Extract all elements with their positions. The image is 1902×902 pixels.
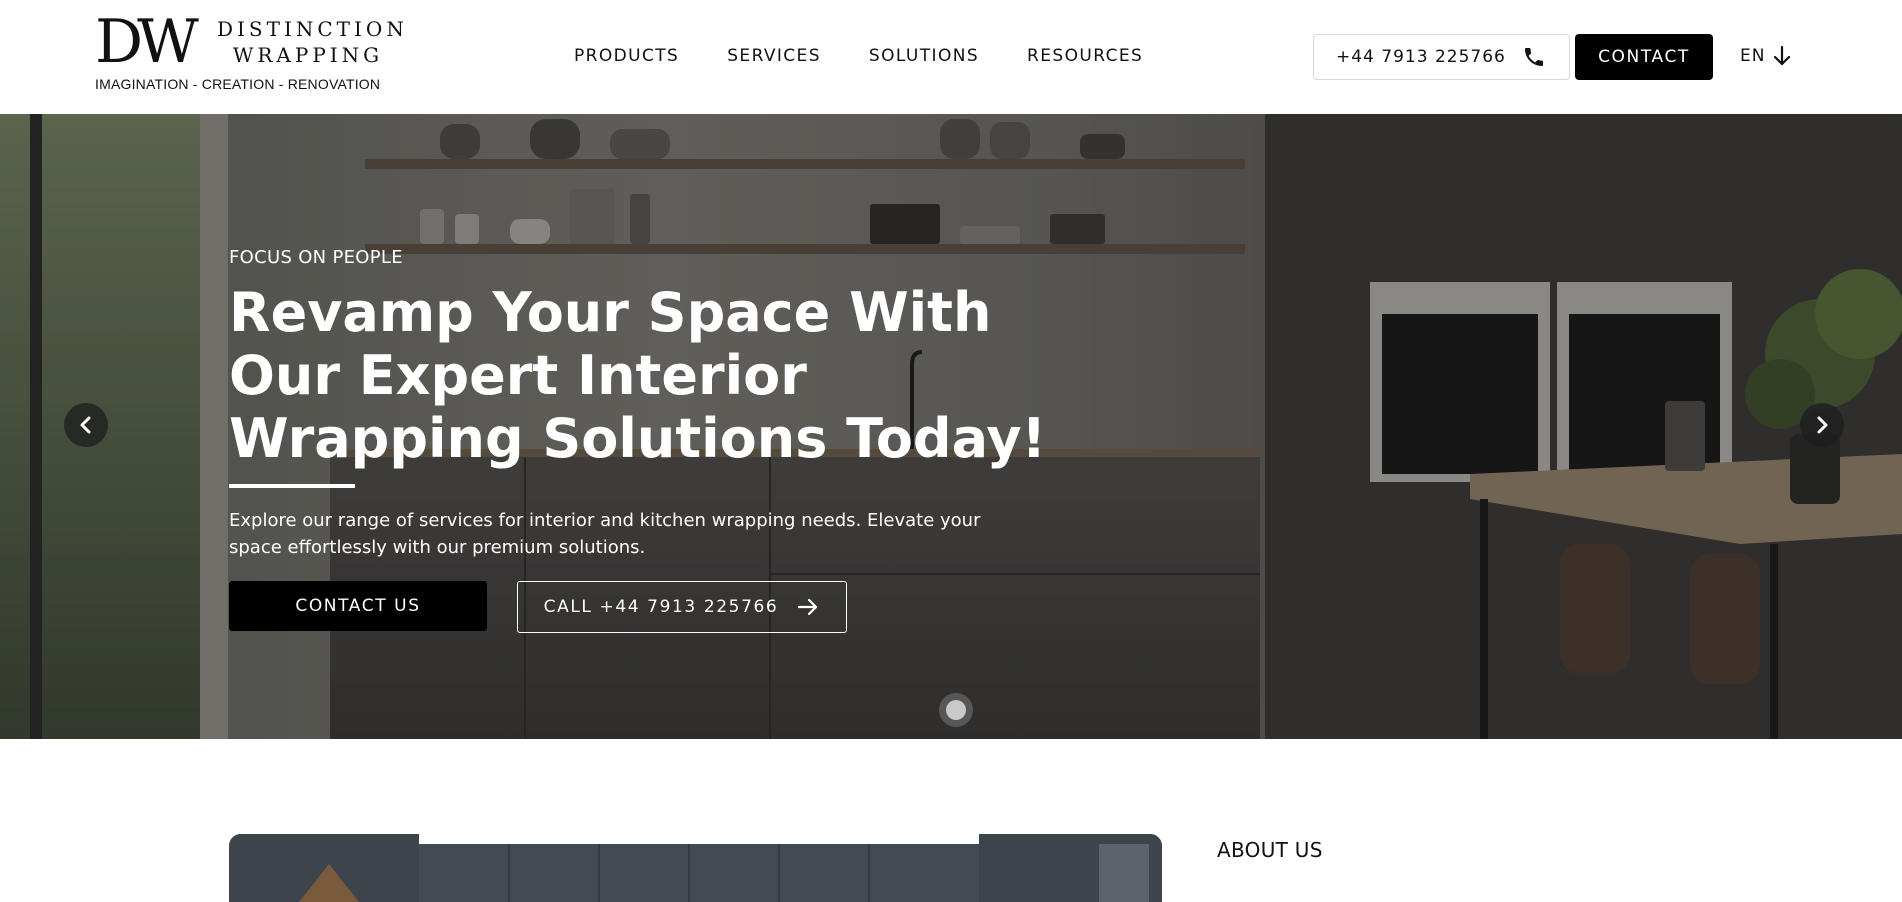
hero-headline: Revamp Your Space With Our Expert Interi…: [229, 281, 1069, 470]
contact-button[interactable]: CONTACT: [1575, 34, 1713, 80]
hero-slider: FOCUS ON PEOPLE Revamp Your Space With O…: [0, 114, 1902, 739]
arrow-right-icon: [798, 598, 818, 616]
phone-button[interactable]: +44 7913 225766: [1313, 34, 1570, 80]
logo-tagline: IMAGINATION - CREATION - RENOVATION: [95, 76, 381, 92]
slider-next-button[interactable]: [1800, 403, 1844, 447]
hero-headline-line-2: Our Expert Interior: [229, 344, 807, 407]
arrow-down-icon: [1774, 45, 1791, 66]
slider-prev-button[interactable]: [64, 403, 108, 447]
logo-name-line1: DISTINCTION: [217, 17, 408, 41]
logo-name-line2: WRAPPING: [232, 43, 384, 67]
phone-number: +44 7913 225766: [1336, 47, 1506, 67]
language-label: EN: [1740, 46, 1766, 66]
nav-item-services[interactable]: SERVICES: [727, 46, 821, 66]
main-nav: PRODUCTS SERVICES SOLUTIONS RESOURCES: [574, 46, 1143, 66]
chevron-right-icon: [1817, 416, 1828, 434]
hero-headline-line-1: Revamp Your Space With: [229, 281, 992, 344]
chevron-left-icon: [80, 416, 91, 434]
site-header: DW DISTINCTION WRAPPING IMAGINATION - CR…: [0, 0, 1902, 114]
hero-description: Explore our range of services for interi…: [229, 510, 981, 558]
nav-item-resources[interactable]: RESOURCES: [1027, 46, 1143, 66]
slider-dot-active[interactable]: [939, 693, 973, 727]
logo-mark: DW: [95, 7, 199, 77]
slider-dot-inner: [946, 700, 966, 720]
nav-item-products[interactable]: PRODUCTS: [574, 46, 679, 66]
call-button-label: CALL +44 7913 225766: [543, 597, 779, 617]
hero-underline: [229, 484, 355, 488]
phone-icon: [1524, 48, 1543, 66]
hero-content: FOCUS ON PEOPLE Revamp Your Space With O…: [229, 114, 1049, 739]
nav-item-solutions[interactable]: SOLUTIONS: [869, 46, 979, 66]
about-image: [229, 834, 1162, 902]
logo-name: DISTINCTION WRAPPING: [217, 16, 408, 68]
logo[interactable]: DW DISTINCTION WRAPPING IMAGINATION - CR…: [95, 12, 415, 96]
contact-us-button[interactable]: CONTACT US: [229, 581, 487, 631]
language-selector[interactable]: EN: [1740, 44, 1793, 68]
hero-headline-line-3: Wrapping Solutions Today!: [229, 407, 1047, 470]
about-us-label: ABOUT US: [1217, 838, 1323, 862]
call-button[interactable]: CALL +44 7913 225766: [517, 581, 847, 633]
about-image-graphic: [229, 834, 1162, 902]
hero-eyebrow: FOCUS ON PEOPLE: [229, 247, 403, 268]
